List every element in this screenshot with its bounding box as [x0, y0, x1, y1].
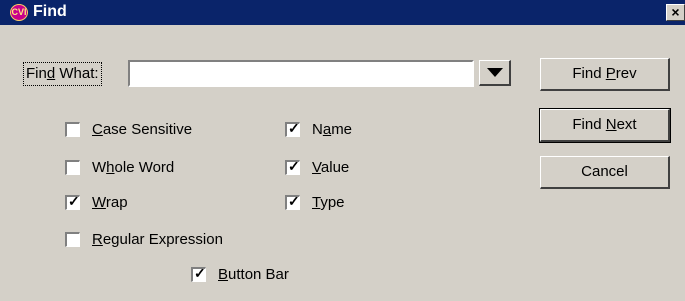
value-label: Value	[312, 159, 350, 176]
wrap-label: Wrap	[92, 194, 128, 211]
checkbox-box	[65, 160, 80, 175]
title-bar[interactable]: CVI Find ×	[0, 0, 685, 25]
cvi-app-icon: CVI	[10, 4, 28, 21]
check-mark-icon: ✓	[288, 158, 300, 174]
checkbox-box	[65, 232, 80, 247]
cancel-button[interactable]: Cancel	[540, 156, 670, 189]
window-title: Find	[33, 3, 67, 20]
checkbox-box	[65, 122, 80, 137]
check-mark-icon: ✓	[68, 193, 80, 209]
whole-word-label: Whole Word	[92, 159, 175, 176]
checkbox-box: ✓	[191, 265, 206, 282]
find-next-button[interactable]: Find Next	[539, 108, 671, 143]
checkbox-box: ✓	[285, 158, 300, 175]
checkbox-box: ✓	[65, 193, 80, 210]
check-mark-icon: ✓	[194, 265, 206, 281]
chevron-down-icon	[487, 68, 503, 77]
find-what-label: Find What:	[23, 62, 102, 86]
find-what-input[interactable]	[128, 60, 474, 87]
check-mark-icon: ✓	[288, 120, 300, 136]
find-prev-button[interactable]: Find Prev	[540, 58, 670, 91]
checkbox-box: ✓	[285, 120, 300, 137]
checkbox-box: ✓	[285, 193, 300, 210]
case-sensitive-label: Case Sensitive	[92, 121, 193, 138]
find-what-dropdown-button[interactable]	[479, 60, 511, 86]
name-label: Name	[312, 121, 353, 138]
regular-expression-label: Regular Expression	[92, 231, 223, 248]
button-bar-label: Button Bar	[218, 266, 289, 283]
type-label: Type	[312, 194, 345, 211]
check-mark-icon: ✓	[288, 193, 300, 209]
close-icon[interactable]: ×	[666, 4, 685, 21]
